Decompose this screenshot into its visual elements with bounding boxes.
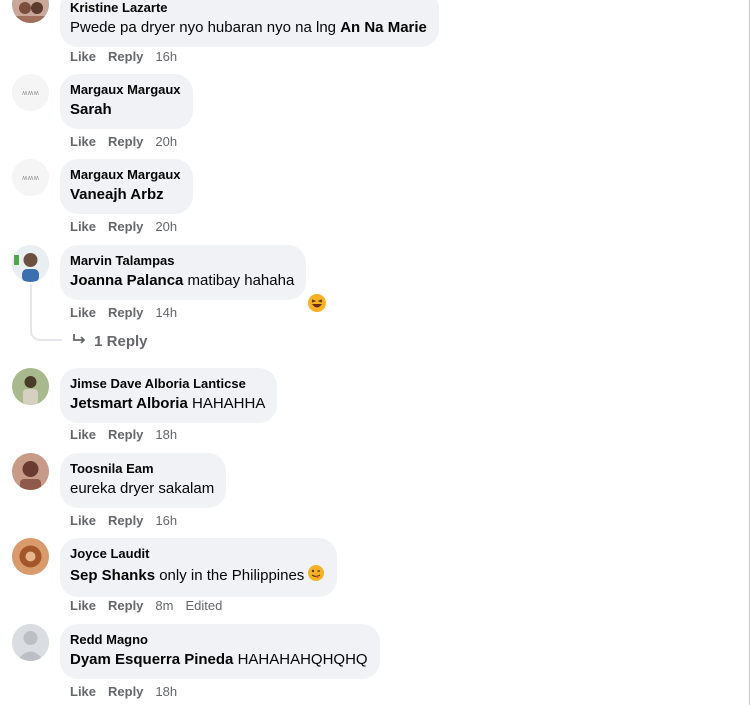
comment-bubble: Redd Magno Dyam Esquerra Pineda HAHAHAHQ… (60, 624, 380, 679)
avatar[interactable] (12, 245, 49, 282)
comment-author[interactable]: Toosnila Eam (70, 461, 214, 477)
reply-button[interactable]: Reply (108, 513, 143, 528)
comment-actions: Like Reply 18h (70, 684, 189, 700)
avatar[interactable] (12, 0, 49, 23)
comment-author[interactable]: Marvin Talampas (70, 253, 294, 269)
comment-bubble: Jimse Dave Alboria Lanticse Jetsmart Alb… (60, 368, 278, 423)
comment-bubble: Toosnila Eam eureka dryer sakalam (60, 453, 227, 508)
comment-text: Joanna Palanca matibay hahaha (70, 271, 294, 291)
comment-author[interactable]: Redd Magno (70, 632, 368, 648)
mention-link[interactable]: Jetsmart Alboria (70, 395, 188, 412)
svg-text:ʍʍʍ: ʍʍʍ (22, 174, 39, 182)
avatar[interactable] (12, 368, 49, 405)
comment-timestamp[interactable]: 20h (155, 219, 177, 234)
comment-timestamp[interactable]: 14h (155, 305, 177, 320)
reply-thread-line (30, 284, 62, 341)
comment-actions: Like Reply 16h (70, 49, 189, 65)
reply-button[interactable]: Reply (108, 49, 143, 64)
avatar[interactable] (12, 624, 49, 661)
comment-timestamp[interactable]: 20h (155, 134, 177, 149)
comment-bubble: Margaux Margaux Sarah (60, 74, 193, 129)
comment-text-body: HAHAHHA (187, 395, 266, 412)
comment-text-body: matibay hahaha (183, 272, 295, 289)
avatar[interactable]: ʍʍʍ (12, 74, 49, 111)
like-button[interactable]: Like (70, 134, 96, 149)
avatar[interactable]: ʍʍʍ (12, 159, 49, 196)
comment-timestamp[interactable]: 18h (155, 684, 177, 699)
comment-author[interactable]: Joyce Laudit (70, 546, 325, 562)
comment-actions: Like Reply 8m Edited (70, 598, 234, 614)
comment-author[interactable]: Margaux Margaux (70, 82, 181, 98)
mention-link[interactable]: Sep Shanks (70, 567, 155, 584)
comment-author[interactable]: Margaux Margaux (70, 167, 181, 183)
mention-link[interactable]: Joanna Palanca (70, 272, 183, 289)
comment-text: Sep Shanks only in the Philippines (70, 564, 325, 588)
comment-text-body: only in the Philippines (155, 566, 305, 584)
mention-link[interactable]: Dyam Esquerra Pineda (70, 651, 233, 668)
comment-text-body: Pwede pa dryer nyo hubaran nyo na lng (70, 19, 341, 36)
comment-text: Pwede pa dryer nyo hubaran nyo na lng An… (70, 18, 427, 38)
replies-count: 1 Reply (94, 333, 148, 350)
edited-label[interactable]: Edited (185, 598, 222, 613)
laughing-emoji-icon[interactable] (305, 291, 329, 320)
comment-actions: Like Reply 18h (70, 427, 189, 443)
comment-text: eureka dryer sakalam (70, 479, 214, 499)
avatar[interactable] (12, 538, 49, 575)
like-button[interactable]: Like (70, 219, 96, 234)
comment-author[interactable]: Jimse Dave Alboria Lanticse (70, 376, 265, 392)
svg-text:ʍʍʍ: ʍʍʍ (22, 89, 39, 97)
view-replies-button[interactable]: 1 Reply (71, 333, 148, 350)
comment-timestamp[interactable]: 16h (155, 513, 177, 528)
winking-tongue-emoji-icon (307, 564, 325, 588)
comment-text-body: eureka dryer sakalam (70, 480, 215, 497)
comment-timestamp[interactable]: 18h (155, 427, 177, 442)
like-button[interactable]: Like (70, 513, 96, 528)
comment-text-body: HAHAHAHQHQHQ (233, 651, 368, 668)
comment-actions: Like Reply 20h (70, 219, 189, 235)
comment-text: Vaneajh Arbz (70, 185, 181, 205)
comment-timestamp[interactable]: 8m (155, 598, 173, 613)
comment-bubble: Kristine Lazarte Pwede pa dryer nyo huba… (60, 0, 439, 47)
comment-timestamp[interactable]: 16h (155, 49, 177, 64)
like-button[interactable]: Like (70, 427, 96, 442)
reply-button[interactable]: Reply (108, 684, 143, 699)
mention-link[interactable]: An Na Marie (340, 19, 427, 36)
comment-text: Sarah (70, 100, 181, 120)
reply-button[interactable]: Reply (108, 134, 143, 149)
reply-button[interactable]: Reply (108, 427, 143, 442)
reply-button[interactable]: Reply (108, 219, 143, 234)
comment-author[interactable]: Kristine Lazarte (70, 0, 427, 16)
like-button[interactable]: Like (70, 49, 96, 64)
reply-arrow-icon (73, 334, 86, 344)
comment-actions: Like Reply 16h (70, 513, 189, 529)
comment-text: Jetsmart Alboria HAHAHHA (70, 394, 265, 414)
comment-bubble: Marvin Talampas Joanna Palanca matibay h… (60, 245, 307, 300)
reply-button[interactable]: Reply (108, 598, 143, 613)
comment-actions: Like Reply 14h (70, 305, 189, 321)
reply-button[interactable]: Reply (108, 305, 143, 320)
like-button[interactable]: Like (70, 684, 96, 699)
like-button[interactable]: Like (70, 305, 96, 320)
avatar[interactable] (12, 453, 49, 490)
like-button[interactable]: Like (70, 598, 96, 613)
comment-bubble: Joyce Laudit Sep Shanks only in the Phil… (60, 538, 338, 597)
comment-bubble: Margaux Margaux Vaneajh Arbz (60, 159, 193, 214)
mention-link[interactable]: Vaneajh Arbz (70, 186, 164, 203)
comment-actions: Like Reply 20h (70, 134, 189, 150)
mention-link[interactable]: Sarah (70, 101, 112, 118)
comment-text: Dyam Esquerra Pineda HAHAHAHQHQHQ (70, 650, 368, 670)
